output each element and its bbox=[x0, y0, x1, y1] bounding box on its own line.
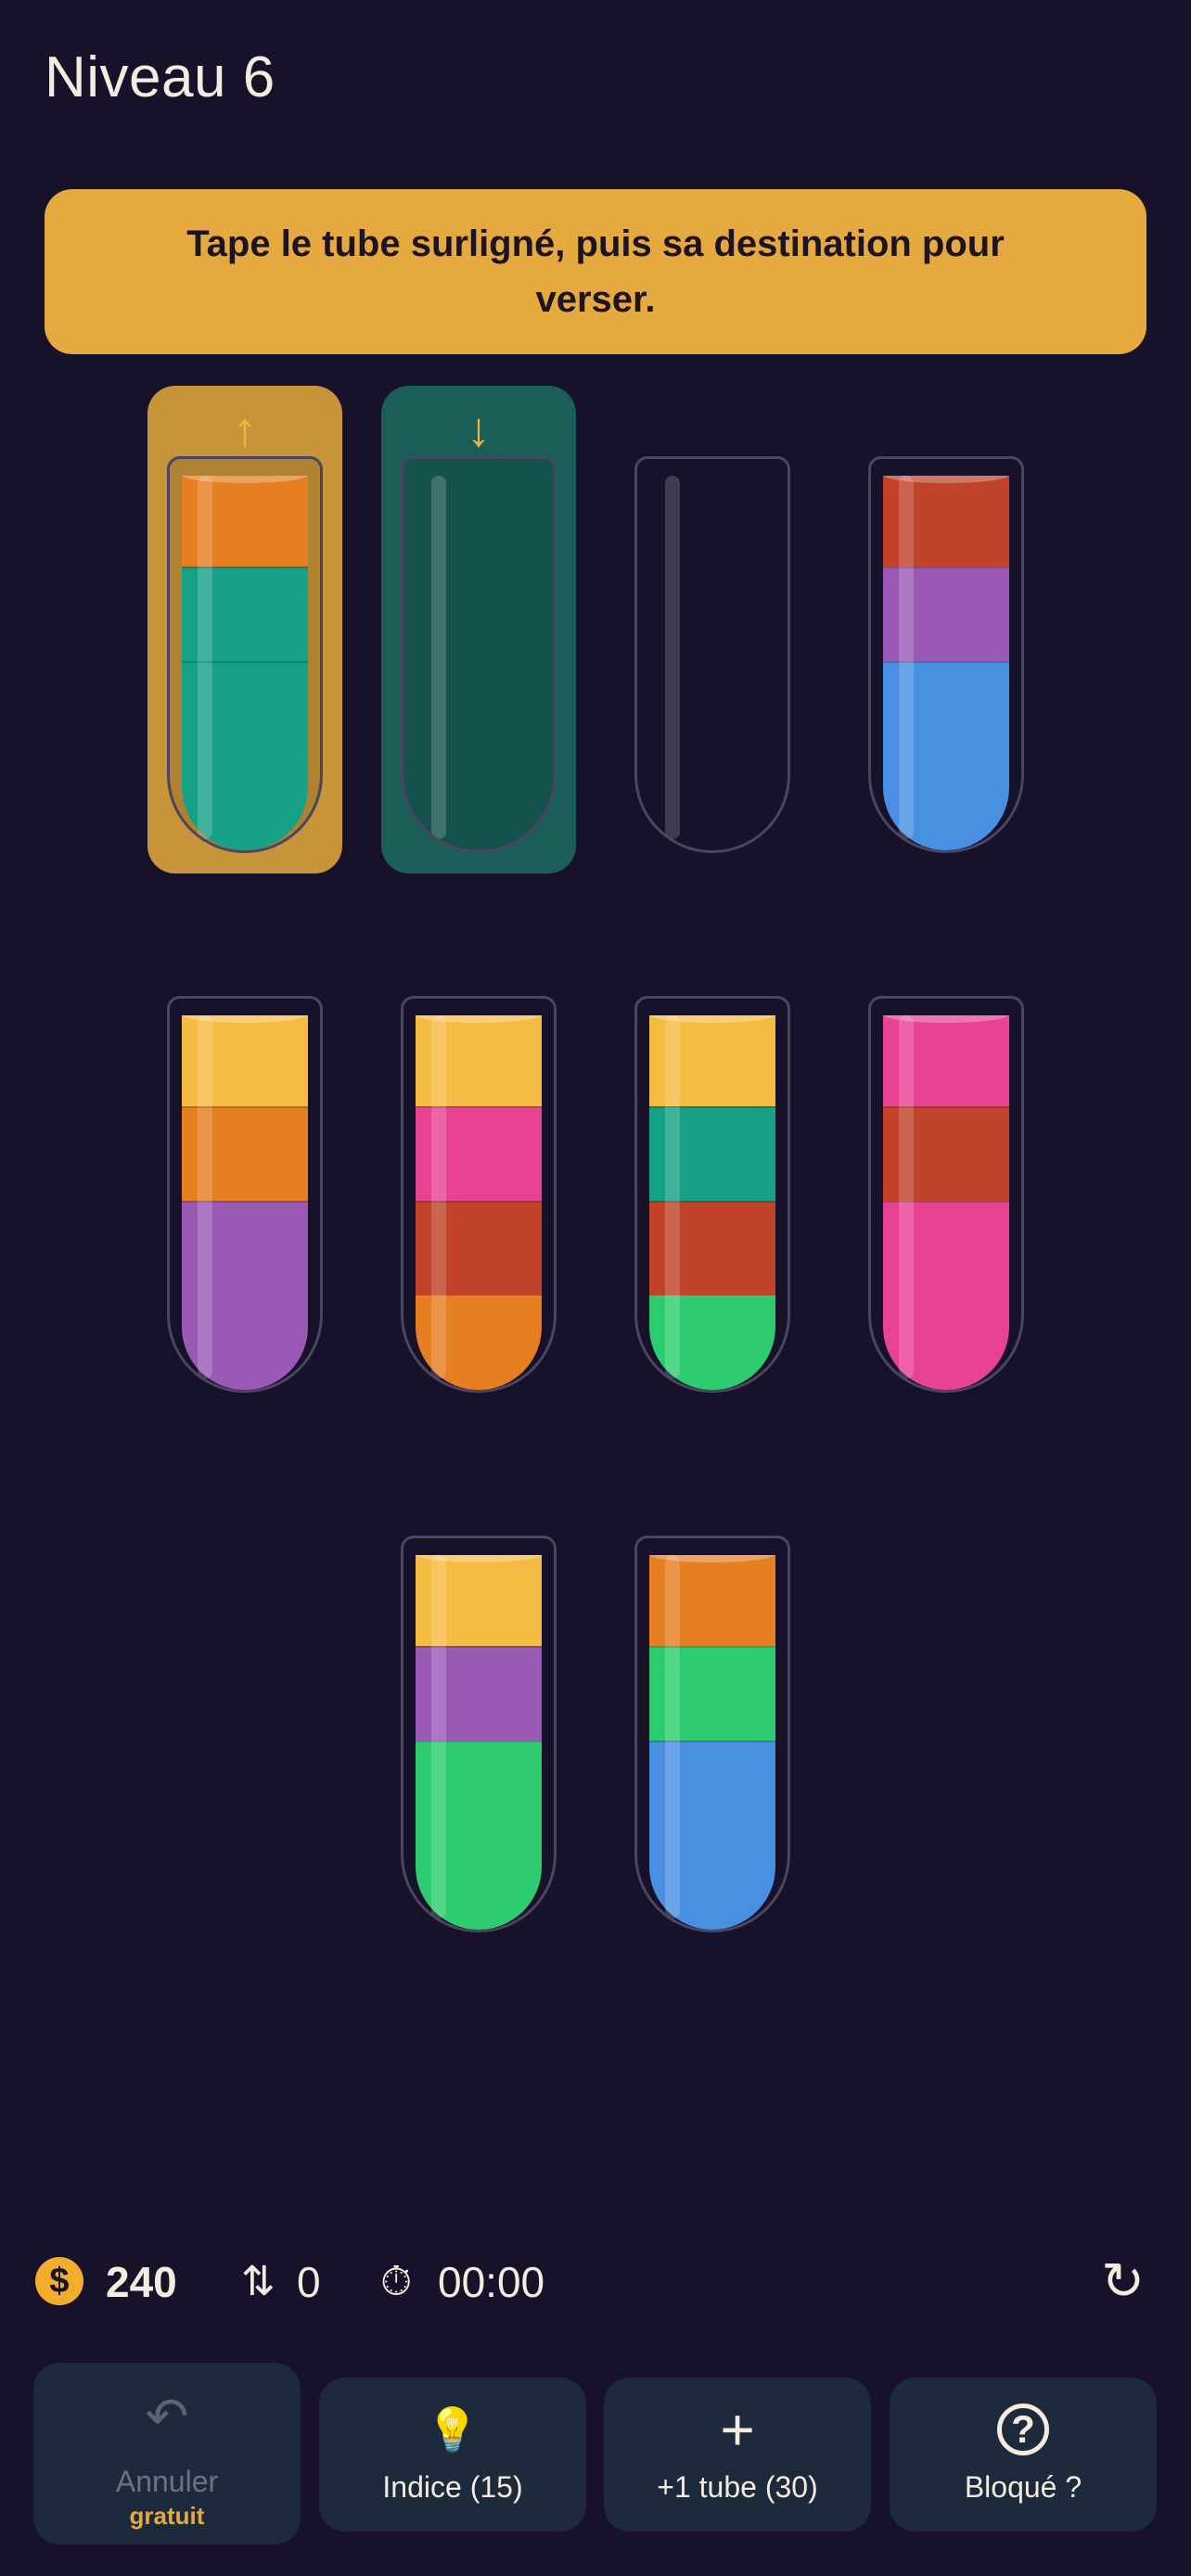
tube-3[interactable] bbox=[634, 456, 790, 853]
swap-arrows-icon: ⇅ bbox=[241, 2259, 275, 2304]
tube-9[interactable] bbox=[401, 1536, 557, 1932]
undo-label: Annuler bbox=[115, 2465, 219, 2498]
tube-7[interactable] bbox=[634, 996, 790, 1393]
tube-5[interactable] bbox=[167, 996, 323, 1393]
hint-label: Indice (15) bbox=[382, 2470, 523, 2504]
coin-count: 240 bbox=[106, 2258, 177, 2306]
tube-4[interactable] bbox=[868, 456, 1024, 853]
undo-sublabel: gratuit bbox=[129, 2502, 205, 2530]
stuck-button[interactable]: ? Bloqué ? bbox=[890, 2378, 1157, 2531]
stopwatch-icon: ⏱ bbox=[380, 2259, 413, 2304]
tube-glass-shine bbox=[431, 476, 446, 839]
stats-bar: $ 240 ⇅ 0 ⏱ 00:00 ↻ bbox=[35, 2244, 1156, 2318]
timer: 00:00 bbox=[438, 2258, 545, 2306]
question-glyph: ? bbox=[997, 2404, 1049, 2455]
tube-glass-shine bbox=[899, 476, 914, 839]
dollar-coin-icon: $ bbox=[35, 2257, 83, 2305]
tube-glass-shine bbox=[665, 1555, 680, 1919]
tube-2[interactable] bbox=[401, 456, 557, 853]
move-count: 0 bbox=[297, 2258, 321, 2306]
undo-icon: ↶ bbox=[145, 2387, 189, 2445]
lightbulb-icon: 💡 bbox=[426, 2405, 480, 2454]
tube-6[interactable] bbox=[401, 996, 557, 1393]
up-arrow-icon: ↑ bbox=[233, 403, 257, 457]
add-tube-button[interactable]: + +1 tube (30) bbox=[604, 2378, 871, 2531]
tube-glass-shine bbox=[665, 476, 680, 839]
plus-icon: + bbox=[720, 2396, 755, 2463]
hint-button[interactable]: 💡 Indice (15) bbox=[319, 2378, 586, 2531]
tube-glass-shine bbox=[431, 1555, 446, 1919]
tube-glass-shine bbox=[665, 1015, 680, 1379]
down-arrow-icon: ↓ bbox=[467, 403, 491, 457]
tube-glass-shine bbox=[431, 1015, 446, 1379]
tube-8[interactable] bbox=[868, 996, 1024, 1393]
stuck-label: Bloqué ? bbox=[964, 2470, 1082, 2504]
tube-glass-shine bbox=[198, 1015, 212, 1379]
tube-glass-shine bbox=[899, 1015, 914, 1379]
undo-button[interactable]: ↶ Annuler gratuit bbox=[33, 2363, 301, 2544]
restart-icon[interactable]: ↻ bbox=[1101, 2255, 1145, 2307]
tube-glass-shine bbox=[198, 476, 212, 839]
tube-1[interactable] bbox=[167, 456, 323, 853]
add-tube-label: +1 tube (30) bbox=[657, 2470, 818, 2504]
tube-10[interactable] bbox=[634, 1536, 790, 1932]
tube-board: ↑ ↓ bbox=[0, 0, 1191, 2576]
question-icon: ? bbox=[890, 2404, 1157, 2455]
